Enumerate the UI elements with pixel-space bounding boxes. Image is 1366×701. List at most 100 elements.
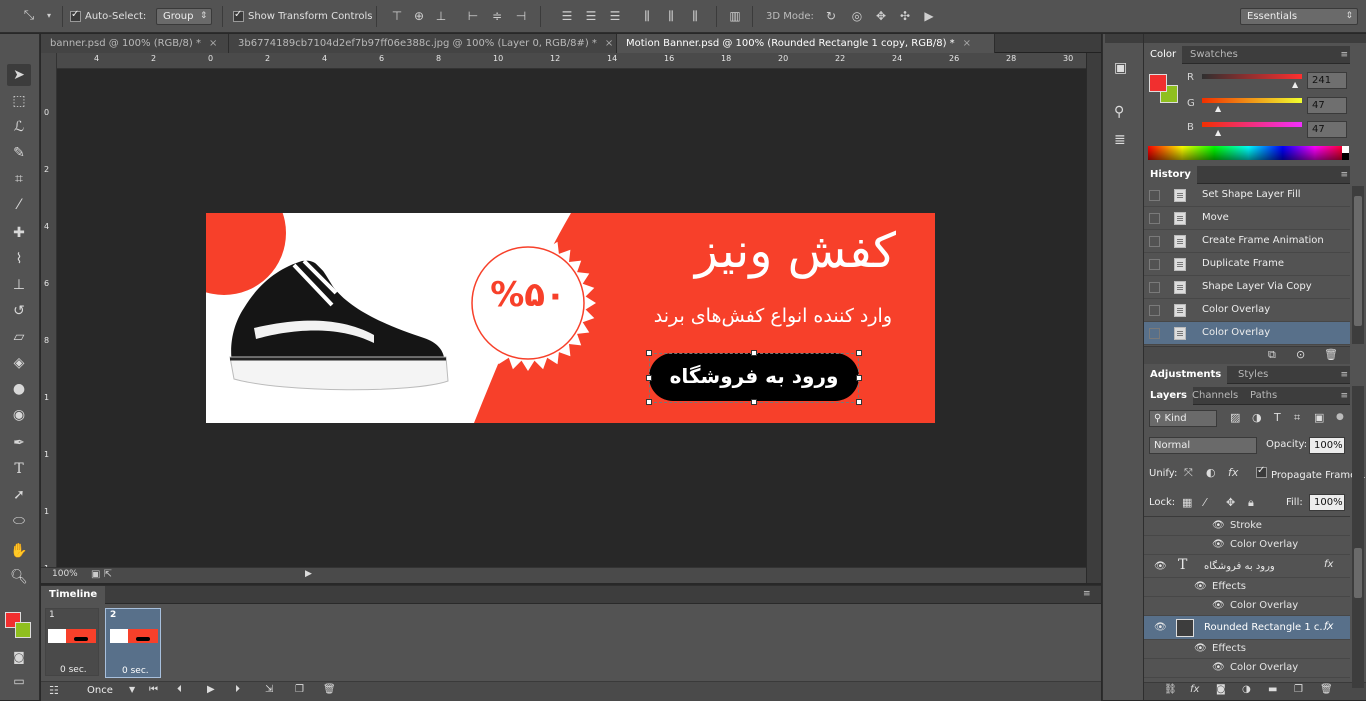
status-info-icon[interactable]: ▣ ⇱ — [91, 569, 112, 580]
eye-icon[interactable]: 👁︎ — [1212, 521, 1225, 531]
lock-pixels-icon[interactable]: ⁄ — [1204, 496, 1206, 509]
link-layers-icon[interactable]: ⛓ — [1164, 684, 1177, 695]
fx-icon[interactable]: fx — [1324, 621, 1333, 632]
stamp-tool-icon[interactable]: ⊥ — [7, 274, 31, 296]
previous-frame-icon[interactable]: ⏴ — [177, 684, 182, 695]
lock-position-icon[interactable]: ✥ — [1226, 496, 1235, 509]
distribute-top-icon[interactable]: ☰ — [560, 9, 574, 23]
filter-toggle-icon[interactable]: ● — [1336, 412, 1344, 422]
zoom-tool-icon[interactable]: 🔍︎ — [7, 566, 31, 588]
fx-icon[interactable]: fx — [1324, 559, 1333, 570]
properties-icon[interactable]: ≣ — [1114, 132, 1126, 148]
tab-swatches[interactable]: Swatches — [1184, 46, 1244, 64]
layer-effect-row[interactable]: 👁︎ Color Overlay — [1144, 597, 1350, 616]
layers-scrollbar[interactable] — [1352, 386, 1364, 688]
align-hcenter-icon[interactable]: ≑ — [490, 9, 504, 23]
layer-effect-row[interactable]: 👁︎ Stroke — [1144, 517, 1350, 536]
doc-tab-motion-banner[interactable]: Motion Banner.psd @ 100% (Rounded Rectan… — [617, 34, 995, 53]
filter-adjustment-icon[interactable]: ◑ — [1252, 411, 1262, 424]
eye-icon[interactable]: 👁︎ — [1154, 562, 1167, 572]
eyedropper-tool-icon[interactable]: ⁄ — [7, 194, 31, 216]
transform-handle[interactable] — [646, 399, 652, 405]
screen-mode-icon[interactable]: ▭ — [7, 670, 31, 692]
channel-r-handle[interactable]: ▲ — [1292, 80, 1298, 89]
align-bottom-icon[interactable]: ⊥ — [434, 9, 448, 23]
filter-pixel-icon[interactable]: ▨ — [1230, 411, 1240, 424]
foreground-color-swatch[interactable] — [1149, 74, 1167, 92]
convert-timeline-icon[interactable]: ☷ — [49, 684, 59, 697]
transform-bounding-box[interactable] — [649, 353, 859, 403]
show-transform-controls-checkbox[interactable]: Show Transform Controls — [233, 7, 372, 26]
paint-bucket-tool-icon[interactable]: ◈ — [7, 352, 31, 374]
unify-visibility-icon[interactable]: ◐ — [1206, 466, 1216, 479]
dodge-tool-icon[interactable]: ◉ — [7, 404, 31, 426]
layer-effect-row[interactable]: 👁︎ Color Overlay — [1144, 659, 1350, 678]
hand-tool-icon[interactable]: ✋ — [7, 540, 31, 562]
3d-scale-icon[interactable]: ▶ — [922, 9, 936, 23]
timeline-frame-2[interactable]: 2 0 sec. — [105, 608, 161, 678]
transform-handle[interactable] — [856, 399, 862, 405]
history-item[interactable]: Color Overlay — [1144, 322, 1350, 345]
new-group-icon[interactable]: ▬ — [1268, 684, 1277, 695]
chevron-down-icon[interactable]: ▼ — [129, 685, 135, 694]
3d-pan-icon[interactable]: ✥ — [874, 9, 888, 23]
tab-styles[interactable]: Styles — [1232, 366, 1274, 384]
panel-menu-icon[interactable]: ≡ — [1083, 589, 1091, 599]
frame-delay[interactable]: 0 sec. — [60, 665, 87, 675]
lock-all-icon[interactable]: 🔒︎ — [1248, 496, 1254, 510]
lock-transparent-icon[interactable]: ▦ — [1182, 496, 1192, 509]
status-menu-arrow-icon[interactable]: ▶ — [305, 569, 312, 579]
history-snapshot-source-checkbox[interactable] — [1149, 213, 1160, 224]
panel-menu-icon[interactable]: ≡ — [1340, 170, 1348, 180]
brush-preset-icon[interactable]: ⚲ — [1114, 104, 1124, 120]
add-mask-icon[interactable]: ◙ — [1216, 684, 1226, 695]
filter-smart-object-icon[interactable]: ▣ — [1314, 411, 1324, 424]
play-icon[interactable]: ▶ — [207, 684, 215, 695]
tween-icon[interactable]: ⇲ — [265, 684, 273, 695]
distribute-vcenter-icon[interactable]: ☰ — [584, 9, 598, 23]
trash-icon[interactable]: 🗑︎ — [1320, 684, 1333, 695]
tab-color[interactable]: Color — [1144, 46, 1183, 64]
healing-brush-tool-icon[interactable]: ✚ — [7, 222, 31, 244]
history-snapshot-source-checkbox[interactable] — [1149, 305, 1160, 316]
timeline-frame-1[interactable]: 1 0 sec. — [45, 608, 99, 676]
layer-effects-row[interactable]: 👁︎ Effects — [1144, 640, 1350, 659]
3d-roll-icon[interactable]: ◎ — [850, 9, 864, 23]
tab-channels[interactable]: Channels — [1186, 387, 1244, 405]
blend-mode-dropdown[interactable]: Normal — [1149, 437, 1257, 454]
history-item[interactable]: Color Overlay — [1144, 299, 1350, 322]
channel-g-slider[interactable] — [1202, 98, 1302, 103]
history-item[interactable]: Set Shape Layer Fill — [1144, 184, 1350, 207]
3d-rotate-icon[interactable]: ↻ — [824, 9, 838, 23]
quick-mask-icon[interactable]: ◙ — [7, 646, 31, 668]
history-snapshot-source-checkbox[interactable] — [1149, 282, 1160, 293]
align-right-icon[interactable]: ⊣ — [514, 9, 528, 23]
history-item[interactable]: Create Frame Animation — [1144, 230, 1350, 253]
filter-shape-icon[interactable]: ⌗ — [1294, 411, 1300, 425]
auto-select-checkbox[interactable]: Auto-Select: — [70, 7, 146, 26]
distribute-right-icon[interactable]: ⫼ — [688, 9, 702, 23]
panel-menu-icon[interactable]: ≡ — [1340, 370, 1348, 380]
eye-icon[interactable]: 👁︎ — [1212, 663, 1225, 673]
distribute-bottom-icon[interactable]: ☰ — [608, 9, 622, 23]
crop-tool-icon[interactable]: ⌗ — [7, 168, 31, 190]
frame-delay[interactable]: 0 sec. — [122, 666, 149, 676]
type-tool-icon[interactable]: T — [7, 458, 31, 480]
panel-menu-icon[interactable]: ≡ — [1340, 391, 1348, 401]
doc-tab-banner[interactable]: banner.psd @ 100% (RGB/8) * × — [41, 34, 229, 53]
tool-preset-dropdown-icon[interactable]: ▾ — [42, 9, 56, 23]
close-icon[interactable]: × — [605, 38, 613, 49]
zoom-level[interactable]: 100% — [52, 569, 78, 579]
align-left-icon[interactable]: ⊢ — [466, 9, 480, 23]
layer-effects-row[interactable]: 👁︎ Effects — [1144, 578, 1350, 597]
auto-align-icon[interactable]: ▥ — [728, 9, 742, 23]
layer-kind-filter[interactable]: ⚲ Kind — [1149, 410, 1217, 427]
path-select-tool-icon[interactable]: ➚ — [7, 484, 31, 506]
first-frame-icon[interactable]: ⏮ — [149, 684, 158, 695]
new-layer-icon[interactable]: ❐ — [1294, 684, 1303, 695]
history-snapshot-source-checkbox[interactable] — [1149, 259, 1160, 270]
3d-slide-icon[interactable]: ✣ — [898, 9, 912, 23]
fx-icon[interactable]: fx — [1190, 684, 1199, 695]
workspace-dropdown[interactable]: Essentials — [1240, 7, 1358, 26]
transform-handle[interactable] — [646, 350, 652, 356]
